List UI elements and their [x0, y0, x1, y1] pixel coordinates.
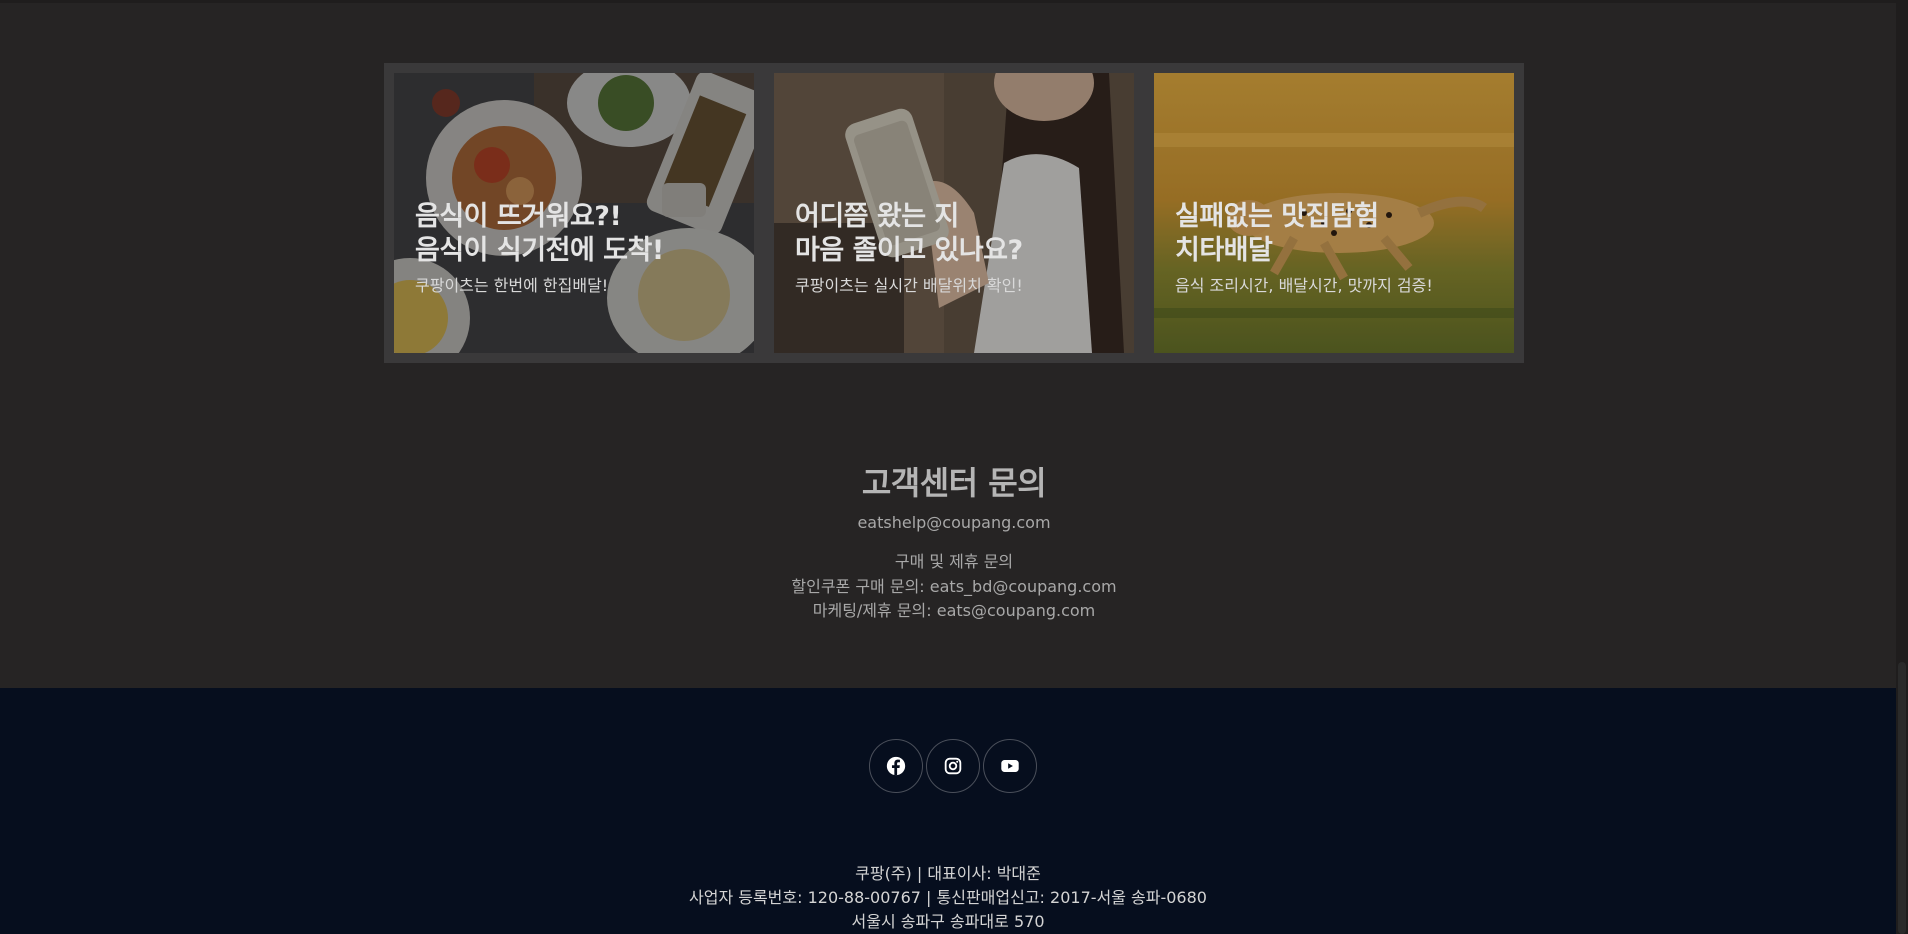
promo-card-tracking[interactable]: 어디쯤 왔는 지 마음 졸이고 있나요? 쿠팡이츠는 실시간 배달위치 확인!: [774, 73, 1134, 353]
card-subtitle: 쿠팡이츠는 실시간 배달위치 확인!: [795, 276, 1023, 295]
card-title-line2: 음식이 식기전에 도착!: [415, 235, 664, 266]
promo-card-food[interactable]: 음식이 뜨거워요?! 음식이 식기전에 도착! 쿠팡이츠는 한번에 한집배달!: [394, 73, 754, 353]
card-title-line2: 마음 졸이고 있나요?: [795, 235, 1023, 266]
business-registration: 사업자 등록번호: 120-88-00767 | 통신판매업신고: 2017-서…: [689, 888, 1207, 907]
card-subtitle: 음식 조리시간, 배달시간, 맛까지 검증!: [1175, 276, 1433, 295]
card-title-line1: 음식이 뜨거워요?!: [415, 201, 622, 232]
instagram-button[interactable]: [926, 739, 980, 793]
footer: 쿠팡(주) | 대표이사: 박대준 사업자 등록번호: 120-88-00767…: [0, 688, 1896, 934]
coupon-inquiry: 할인쿠폰 구매 문의: eats_bd@coupang.com: [791, 577, 1117, 596]
promo-card-cheetah[interactable]: 실패없는 맛집탐험 치타배달 음식 조리시간, 배달시간, 맛까지 검증!: [1154, 73, 1514, 353]
partnership-heading: 구매 및 제휴 문의: [894, 552, 1014, 571]
customer-service-title: 고객센터 문의: [861, 464, 1047, 502]
card-title-line1: 어디쯤 왔는 지: [795, 201, 959, 232]
marketing-inquiry: 마케팅/제휴 문의: eats@coupang.com: [812, 601, 1096, 620]
facebook-icon: [886, 756, 906, 776]
facebook-button[interactable]: [869, 739, 923, 793]
promo-banner: 음식이 뜨거워요?! 음식이 식기전에 도착! 쿠팡이츠는 한번에 한집배달! …: [384, 63, 1524, 363]
instagram-icon: [944, 757, 962, 775]
card-title-line2: 치타배달: [1175, 235, 1273, 266]
scrollbar-thumb[interactable]: [1898, 662, 1906, 934]
youtube-icon: [1001, 760, 1019, 772]
card-title-line1: 실패없는 맛집탐험: [1175, 201, 1379, 232]
company-info: 쿠팡(주) | 대표이사: 박대준: [855, 864, 1041, 883]
top-divider: [0, 0, 1908, 3]
customer-service-email[interactable]: eatshelp@coupang.com: [0, 513, 1908, 533]
youtube-button[interactable]: [983, 739, 1037, 793]
card-subtitle: 쿠팡이츠는 한번에 한집배달!: [415, 276, 609, 295]
company-address: 서울시 송파구 송파대로 570: [851, 912, 1045, 931]
